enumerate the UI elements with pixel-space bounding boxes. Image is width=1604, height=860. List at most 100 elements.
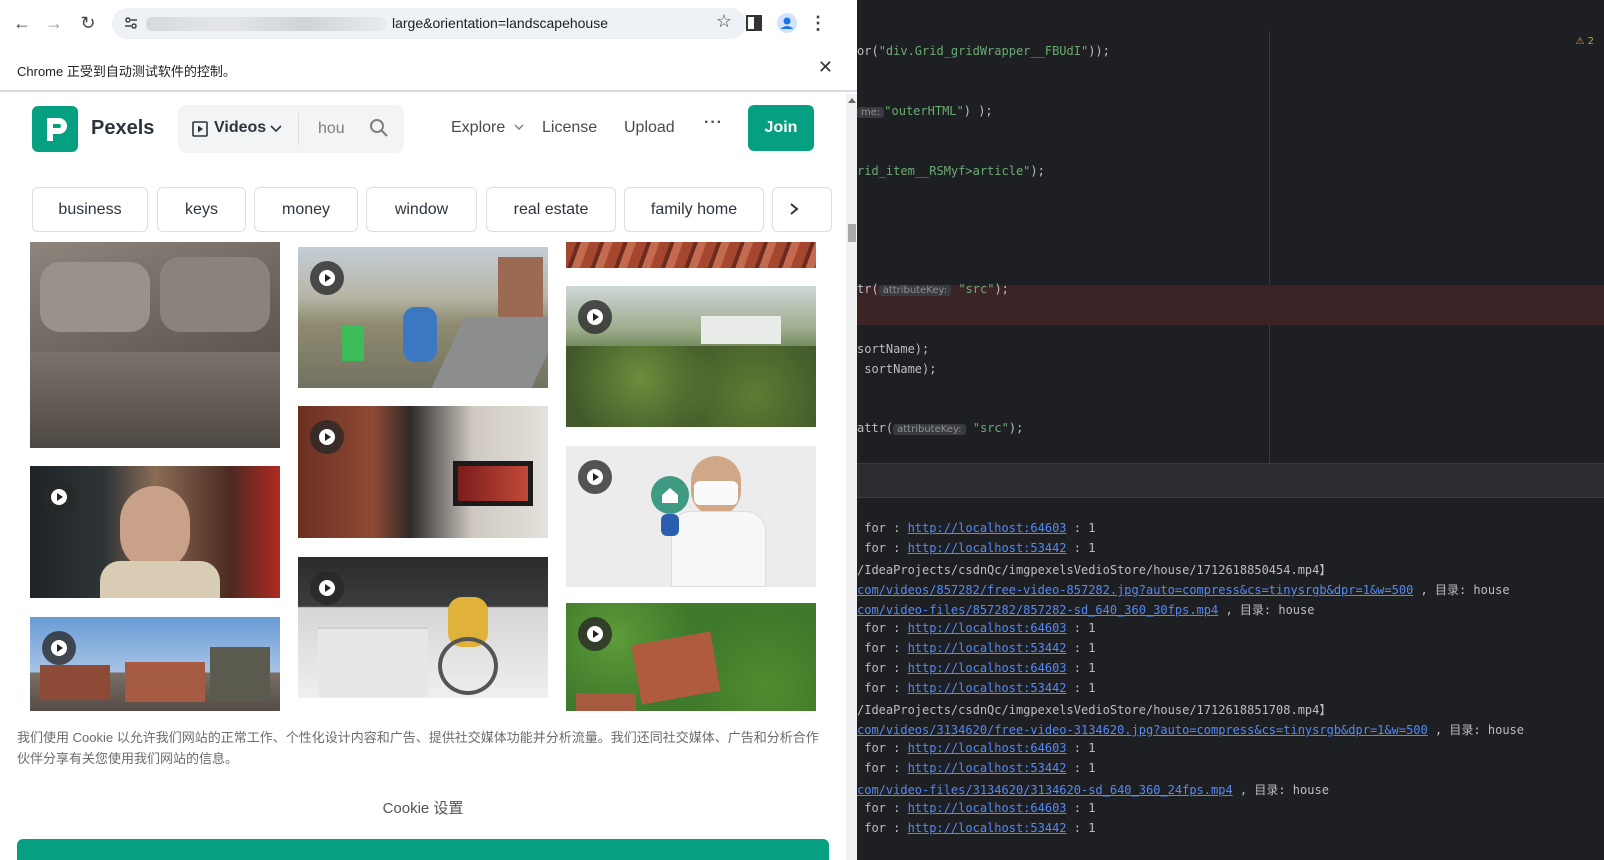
photo-sofa[interactable] xyxy=(30,242,280,448)
warning-indicator[interactable]: ⚠ 2 xyxy=(1575,36,1594,47)
play-icon[interactable] xyxy=(310,420,344,454)
join-button[interactable]: Join xyxy=(748,105,814,151)
console-link[interactable]: http://localhost:64603 xyxy=(908,521,1067,535)
chevron-down-icon xyxy=(270,125,282,133)
play-icon[interactable] xyxy=(310,571,344,605)
code-token: )); xyxy=(1088,44,1110,58)
code-editor[interactable]: ⚠ 2 or("div.Grid_gridWrapper__FBUdI")); … xyxy=(857,0,1604,463)
console-text: : xyxy=(1066,641,1089,655)
chip-family-home[interactable]: family home xyxy=(624,187,764,232)
video-street-houses[interactable] xyxy=(30,617,280,717)
scroll-up-icon[interactable] xyxy=(848,98,856,103)
cookie-accept-button[interactable] xyxy=(17,839,829,860)
console-text: 1 xyxy=(1088,641,1096,655)
console-link[interactable]: http://localhost:53442 xyxy=(908,641,1067,655)
chip-window[interactable]: window xyxy=(366,187,477,232)
nav-explore[interactable]: Explore xyxy=(451,119,505,137)
console-link[interactable]: http://localhost:64603 xyxy=(908,621,1067,635)
code-line: sortName); xyxy=(857,362,937,376)
reload-icon[interactable]: ↻ xyxy=(76,11,100,35)
nav-license[interactable]: License xyxy=(542,119,597,137)
chip-real-estate[interactable]: real estate xyxy=(486,187,616,232)
chip-money[interactable]: money xyxy=(254,187,358,232)
console-text: , 目录: house xyxy=(1232,783,1329,797)
search-icon[interactable] xyxy=(368,117,390,139)
console-text: for : xyxy=(857,661,908,675)
chevron-right-icon xyxy=(790,203,799,215)
editor-tabbar xyxy=(857,0,1604,31)
bookmark-star-icon[interactable]: ☆ xyxy=(716,11,732,32)
nav-upload[interactable]: Upload xyxy=(624,119,675,137)
chip-scroll-right[interactable] xyxy=(772,187,832,232)
play-icon[interactable] xyxy=(578,460,612,494)
console-text: 1 xyxy=(1088,761,1096,775)
page-scrollbar[interactable] xyxy=(846,94,857,860)
pexels-logo[interactable] xyxy=(32,106,78,152)
console-line: for : http://localhost:53442 : 1 xyxy=(857,681,1095,695)
console-text: for : xyxy=(857,801,908,815)
brand-name[interactable]: Pexels xyxy=(91,117,154,140)
play-icon[interactable] xyxy=(42,480,76,514)
console-line: for : http://localhost:53442 : 1 xyxy=(857,641,1095,655)
code-token: ); xyxy=(994,282,1009,296)
console-link[interactable]: com/videos/857282/free-video-857282.jpg?… xyxy=(857,583,1413,597)
console-line: com/video-files/3134620/3134620-sd_640_3… xyxy=(857,781,1329,798)
search-input[interactable]: hou xyxy=(318,120,345,138)
console-text: : xyxy=(1066,821,1089,835)
console-text: : xyxy=(1066,661,1089,675)
video-aerial-house[interactable] xyxy=(566,603,816,723)
console-link[interactable]: http://localhost:53442 xyxy=(908,541,1067,555)
close-icon[interactable]: ✕ xyxy=(818,57,833,78)
console-text: : xyxy=(1066,621,1089,635)
video-wheelchair-kitchen[interactable] xyxy=(298,557,548,698)
photo-roof-tiles[interactable] xyxy=(566,242,816,268)
video-child-bike[interactable] xyxy=(298,247,548,388)
console-link[interactable]: http://localhost:53442 xyxy=(908,681,1067,695)
video-house-hillside[interactable] xyxy=(566,286,816,427)
play-icon[interactable] xyxy=(578,617,612,651)
code-line: rid_item__RSMyf>article"); xyxy=(857,164,1045,178)
console-text: for : xyxy=(857,521,908,535)
console-text: 1 xyxy=(1088,821,1096,835)
play-icon[interactable] xyxy=(42,631,76,665)
console-link[interactable]: http://localhost:53442 xyxy=(908,821,1067,835)
profile-avatar-icon[interactable] xyxy=(775,11,799,35)
video-young-man[interactable] xyxy=(30,466,280,598)
search-bar[interactable]: Videos hou xyxy=(178,105,404,153)
console-line: for : http://localhost:53442 : 1 xyxy=(857,821,1095,835)
address-bar[interactable]: large&orientation=landscapehouse ☆ xyxy=(112,8,746,39)
console-link[interactable]: com/video-files/3134620/3134620-sd_640_3… xyxy=(857,783,1233,797)
menu-kebab-icon[interactable]: ⋮ xyxy=(806,11,830,35)
search-type-select[interactable]: Videos xyxy=(214,119,266,137)
console-text: for : xyxy=(857,681,908,695)
console-text: for : xyxy=(857,621,908,635)
browser-window: ← → ↻ large&orientation=landscapehouse ☆… xyxy=(0,0,857,860)
console-link[interactable]: com/videos/3134620/free-video-3134620.jp… xyxy=(857,723,1428,737)
panel-divider[interactable] xyxy=(857,463,1604,497)
console-line: for : http://localhost:64603 : 1 xyxy=(857,741,1095,755)
video-interior-tv[interactable] xyxy=(298,406,548,538)
console-text: , 目录: house xyxy=(1427,723,1524,737)
console-text: for : xyxy=(857,641,908,655)
run-console[interactable]: for : http://localhost:64603 : 1 for : h… xyxy=(857,497,1604,860)
scrollbar-thumb[interactable] xyxy=(848,224,856,242)
console-link[interactable]: http://localhost:64603 xyxy=(908,661,1067,675)
console-link[interactable]: http://localhost:53442 xyxy=(908,761,1067,775)
side-panel-icon[interactable] xyxy=(742,11,766,35)
console-text: for : xyxy=(857,741,908,755)
site-settings-icon[interactable] xyxy=(122,14,140,32)
console-link[interactable]: http://localhost:64603 xyxy=(908,741,1067,755)
forward-icon[interactable]: → xyxy=(42,11,66,35)
more-icon[interactable]: ··· xyxy=(704,114,723,132)
play-icon[interactable] xyxy=(310,261,344,295)
console-link[interactable]: http://localhost:64603 xyxy=(908,801,1067,815)
play-icon[interactable] xyxy=(578,300,612,334)
video-doctor-house[interactable] xyxy=(566,446,816,587)
code-token: attr( xyxy=(857,421,894,435)
cookie-settings-link[interactable]: Cookie 设置 xyxy=(0,797,846,818)
back-icon[interactable]: ← xyxy=(10,11,34,35)
console-link[interactable]: com/video-files/857282/857282-sd_640_360… xyxy=(857,603,1218,617)
chip-business[interactable]: business xyxy=(32,187,148,232)
chip-keys[interactable]: keys xyxy=(157,187,246,232)
console-line: for : http://localhost:64603 : 1 xyxy=(857,521,1095,535)
